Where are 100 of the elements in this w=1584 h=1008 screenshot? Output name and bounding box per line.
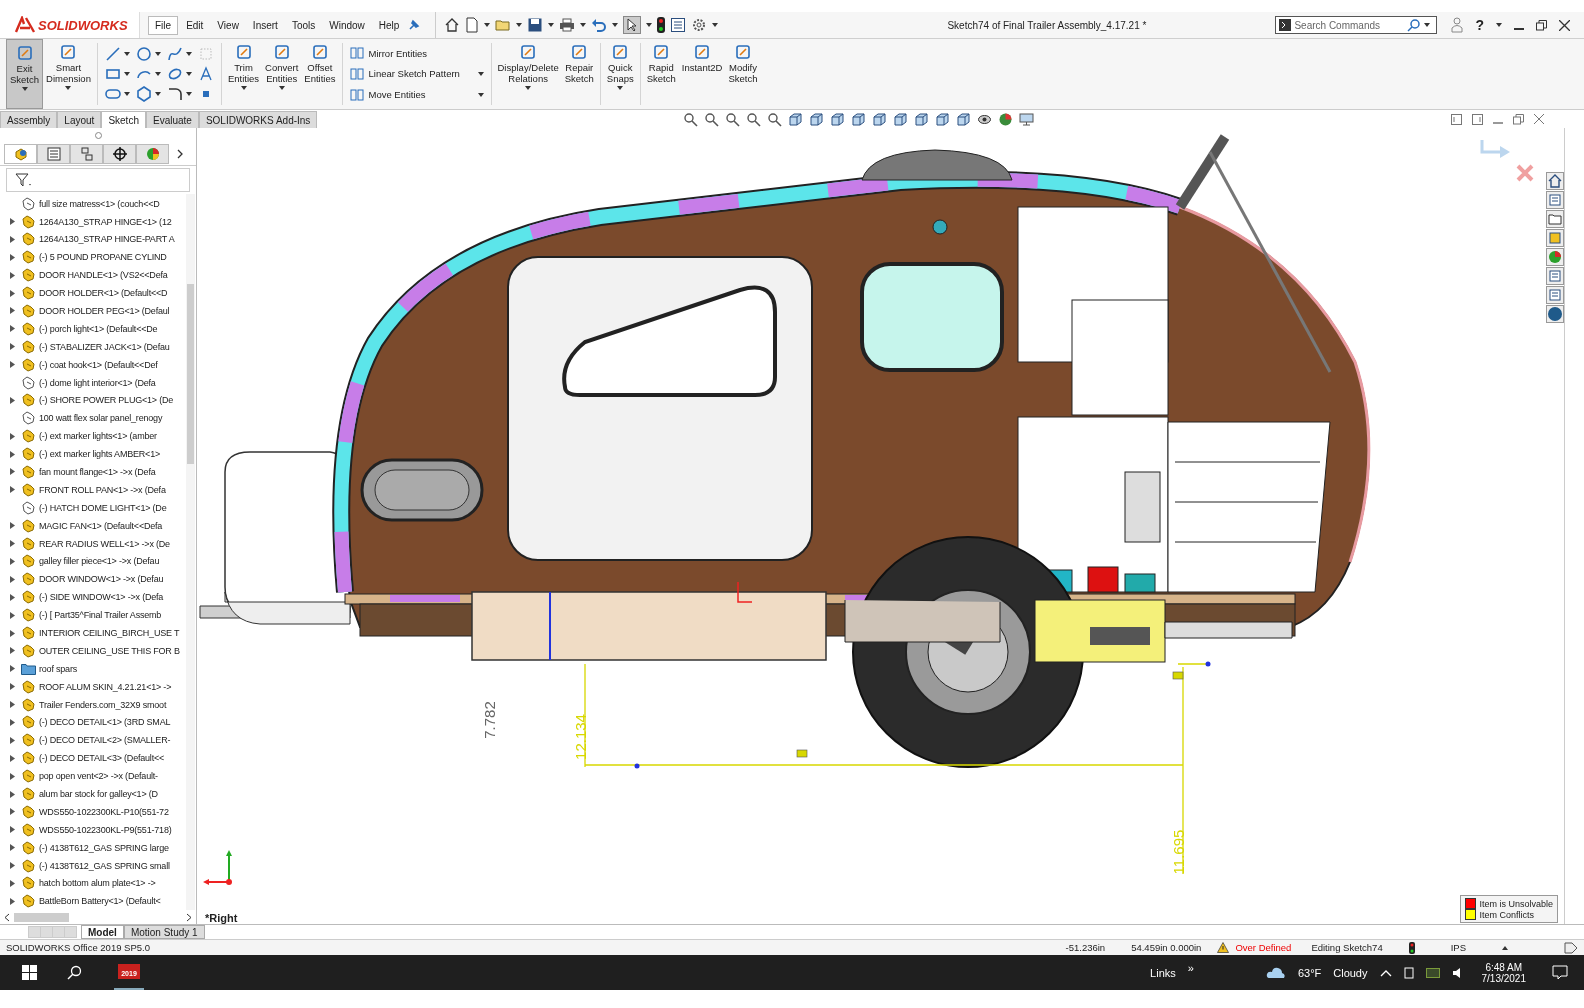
- expand-arrow-icon[interactable]: [10, 627, 18, 639]
- expand-arrow-icon[interactable]: [10, 644, 18, 657]
- panel-left-icon[interactable]: [1451, 113, 1462, 125]
- caret-icon[interactable]: [123, 52, 130, 56]
- expand-arrow-icon[interactable]: [10, 287, 18, 300]
- tree-item[interactable]: Trailer Fenders.com_32X9 smoot: [39, 699, 167, 710]
- ribbon-button[interactable]: Trim Entities: [224, 39, 263, 109]
- tree-item[interactable]: galley filler piece<1> ->x (Defau: [39, 556, 160, 567]
- caret-icon[interactable]: [278, 86, 285, 90]
- traffic-light-icon[interactable]: [1408, 941, 1415, 954]
- notification-icon[interactable]: [1552, 965, 1568, 980]
- expand-arrow-icon[interactable]: [10, 805, 18, 818]
- expand-arrow-icon[interactable]: [10, 573, 18, 586]
- command-tab[interactable]: Evaluate: [145, 111, 199, 128]
- expand-arrow-icon[interactable]: [10, 466, 18, 478]
- tree-item[interactable]: hatch bottom alum plate<1> ->: [39, 878, 156, 889]
- cube-icon[interactable]: [893, 111, 909, 127]
- appearance-icon[interactable]: [1546, 248, 1564, 266]
- cube-icon[interactable]: [935, 111, 951, 127]
- tree-item[interactable]: (-) SIDE WINDOW<1> ->x (Defa: [39, 592, 164, 603]
- options-list-icon[interactable]: [670, 17, 687, 33]
- tree-item[interactable]: INTERIOR CEILING_BIRCH_USE T: [39, 628, 180, 638]
- caret-icon[interactable]: [123, 72, 130, 76]
- tree-item[interactable]: 1264A130_STRAP HINGE<1> (12: [39, 216, 172, 227]
- cube-icon[interactable]: [851, 111, 867, 127]
- caret-icon[interactable]: [1424, 23, 1431, 27]
- menu-item[interactable]: Help: [372, 16, 406, 34]
- spline-icon[interactable]: [166, 46, 183, 62]
- target-tab-icon[interactable]: [103, 144, 136, 165]
- caret-icon[interactable]: [580, 23, 587, 27]
- pin-icon[interactable]: [407, 18, 422, 32]
- clock-time[interactable]: 6:48 AM: [1485, 961, 1523, 973]
- dynamic-annotation-icon[interactable]: [767, 111, 783, 127]
- menu-item[interactable]: View: [211, 16, 245, 34]
- tree-item[interactable]: (-) HATCH DOME LIGHT<1> (De: [39, 502, 167, 513]
- expand-arrow-icon[interactable]: [10, 680, 18, 693]
- cube-icon[interactable]: [914, 111, 930, 127]
- undo-icon[interactable]: [591, 17, 608, 33]
- expand-arrow-icon[interactable]: [10, 788, 18, 800]
- menu-item[interactable]: File: [148, 15, 179, 35]
- tree-item[interactable]: full size matress<1> (couch<<D: [39, 198, 160, 209]
- tree-item[interactable]: OUTER CEILING_USE THIS FOR B: [39, 645, 180, 656]
- tree-item[interactable]: (-) 4138T612_GAS SPRING large: [39, 842, 169, 853]
- expand-arrow-icon[interactable]: [10, 716, 18, 729]
- new-document-icon[interactable]: [465, 17, 480, 33]
- save-icon[interactable]: [527, 17, 544, 33]
- chevron-right-icon[interactable]: [177, 149, 183, 160]
- feature-tree-tab-icon[interactable]: [4, 144, 37, 165]
- tree-item[interactable]: DOOR WINDOW<1> ->x (Defau: [39, 574, 164, 585]
- cube-icon[interactable]: [809, 111, 825, 127]
- traffic-light-icon[interactable]: [657, 17, 666, 33]
- ribbon-button[interactable]: Smart Dimension: [43, 39, 94, 109]
- expand-arrow-icon[interactable]: [10, 770, 18, 783]
- expand-arrow-icon[interactable]: [10, 555, 18, 568]
- tree-item[interactable]: (-) DECO DETAIL<3> (Default<<: [39, 753, 165, 764]
- expand-arrow-icon[interactable]: [10, 358, 18, 371]
- expand-arrow-icon[interactable]: [10, 340, 18, 353]
- expand-arrow-icon[interactable]: [10, 448, 18, 461]
- select-pointer-icon[interactable]: [623, 16, 642, 34]
- tree-item[interactable]: (-) DECO DETAIL<2> (SMALLER-: [39, 735, 171, 746]
- tree-item[interactable]: DOOR HOLDER<1> (Default<<D: [39, 288, 168, 299]
- caret-icon[interactable]: [240, 86, 247, 90]
- expand-arrow-icon[interactable]: [10, 752, 18, 765]
- expand-arrow-icon[interactable]: [10, 430, 18, 443]
- toolbar-label[interactable]: Links: [1150, 966, 1176, 979]
- expand-arrow-icon[interactable]: [10, 609, 18, 622]
- chevron-up-icon[interactable]: [1379, 968, 1392, 977]
- cube-icon[interactable]: [830, 111, 846, 127]
- tree-item[interactable]: fan mount flange<1> ->x (Defa: [39, 467, 156, 477]
- tree-item[interactable]: BattleBorn Battery<1> (Default<: [39, 896, 161, 907]
- panel-right-icon[interactable]: [1472, 113, 1483, 125]
- text-icon[interactable]: [197, 66, 214, 82]
- expand-arrow-icon[interactable]: [10, 233, 18, 246]
- tree-item[interactable]: DOOR HANDLE<1> (VS2<<Defa: [39, 270, 168, 281]
- weather-temperature[interactable]: 63°F: [1297, 966, 1322, 979]
- ribbon-button[interactable]: Modify Sketch: [725, 39, 761, 109]
- expand-arrow-icon[interactable]: [10, 537, 18, 550]
- tree-item[interactable]: WDS550-1022300KL-P10(551-72: [39, 806, 169, 817]
- caret-icon[interactable]: [65, 86, 72, 90]
- polygon-icon[interactable]: [135, 86, 152, 102]
- tree-item[interactable]: REAR RADIUS WELL<1> ->x (De: [39, 538, 170, 549]
- tree-item[interactable]: pop open vent<2> ->x (Default-: [39, 771, 158, 782]
- tree-item[interactable]: (-) 5 POUND PROPANE CYLIND: [39, 252, 167, 263]
- ribbon-list-button[interactable]: Linear Sketch Pattern: [349, 67, 484, 81]
- sketch-status[interactable]: Over Defined: [1235, 942, 1292, 953]
- ribbon-button[interactable]: Instant2D: [678, 39, 726, 109]
- help-button[interactable]: ?: [1475, 17, 1484, 33]
- device-icon[interactable]: [1403, 966, 1414, 979]
- filter-icon[interactable]: [15, 172, 33, 187]
- command-tab[interactable]: Layout: [57, 111, 102, 128]
- command-tab[interactable]: Sketch: [101, 111, 146, 128]
- tree-item[interactable]: WDS550-1022300KL-P9(551-718): [39, 824, 172, 835]
- caret-icon[interactable]: [1502, 945, 1508, 950]
- search-icon[interactable]: [67, 965, 82, 980]
- cube-icon[interactable]: [956, 111, 972, 127]
- menu-item[interactable]: Insert: [246, 16, 284, 34]
- tree-item[interactable]: (-) dome light interior<1> (Defa: [39, 377, 156, 388]
- ribbon-button[interactable]: Quick Snaps: [603, 39, 637, 109]
- cloud-icon[interactable]: [1265, 966, 1286, 979]
- expand-arrow-icon[interactable]: [10, 859, 18, 872]
